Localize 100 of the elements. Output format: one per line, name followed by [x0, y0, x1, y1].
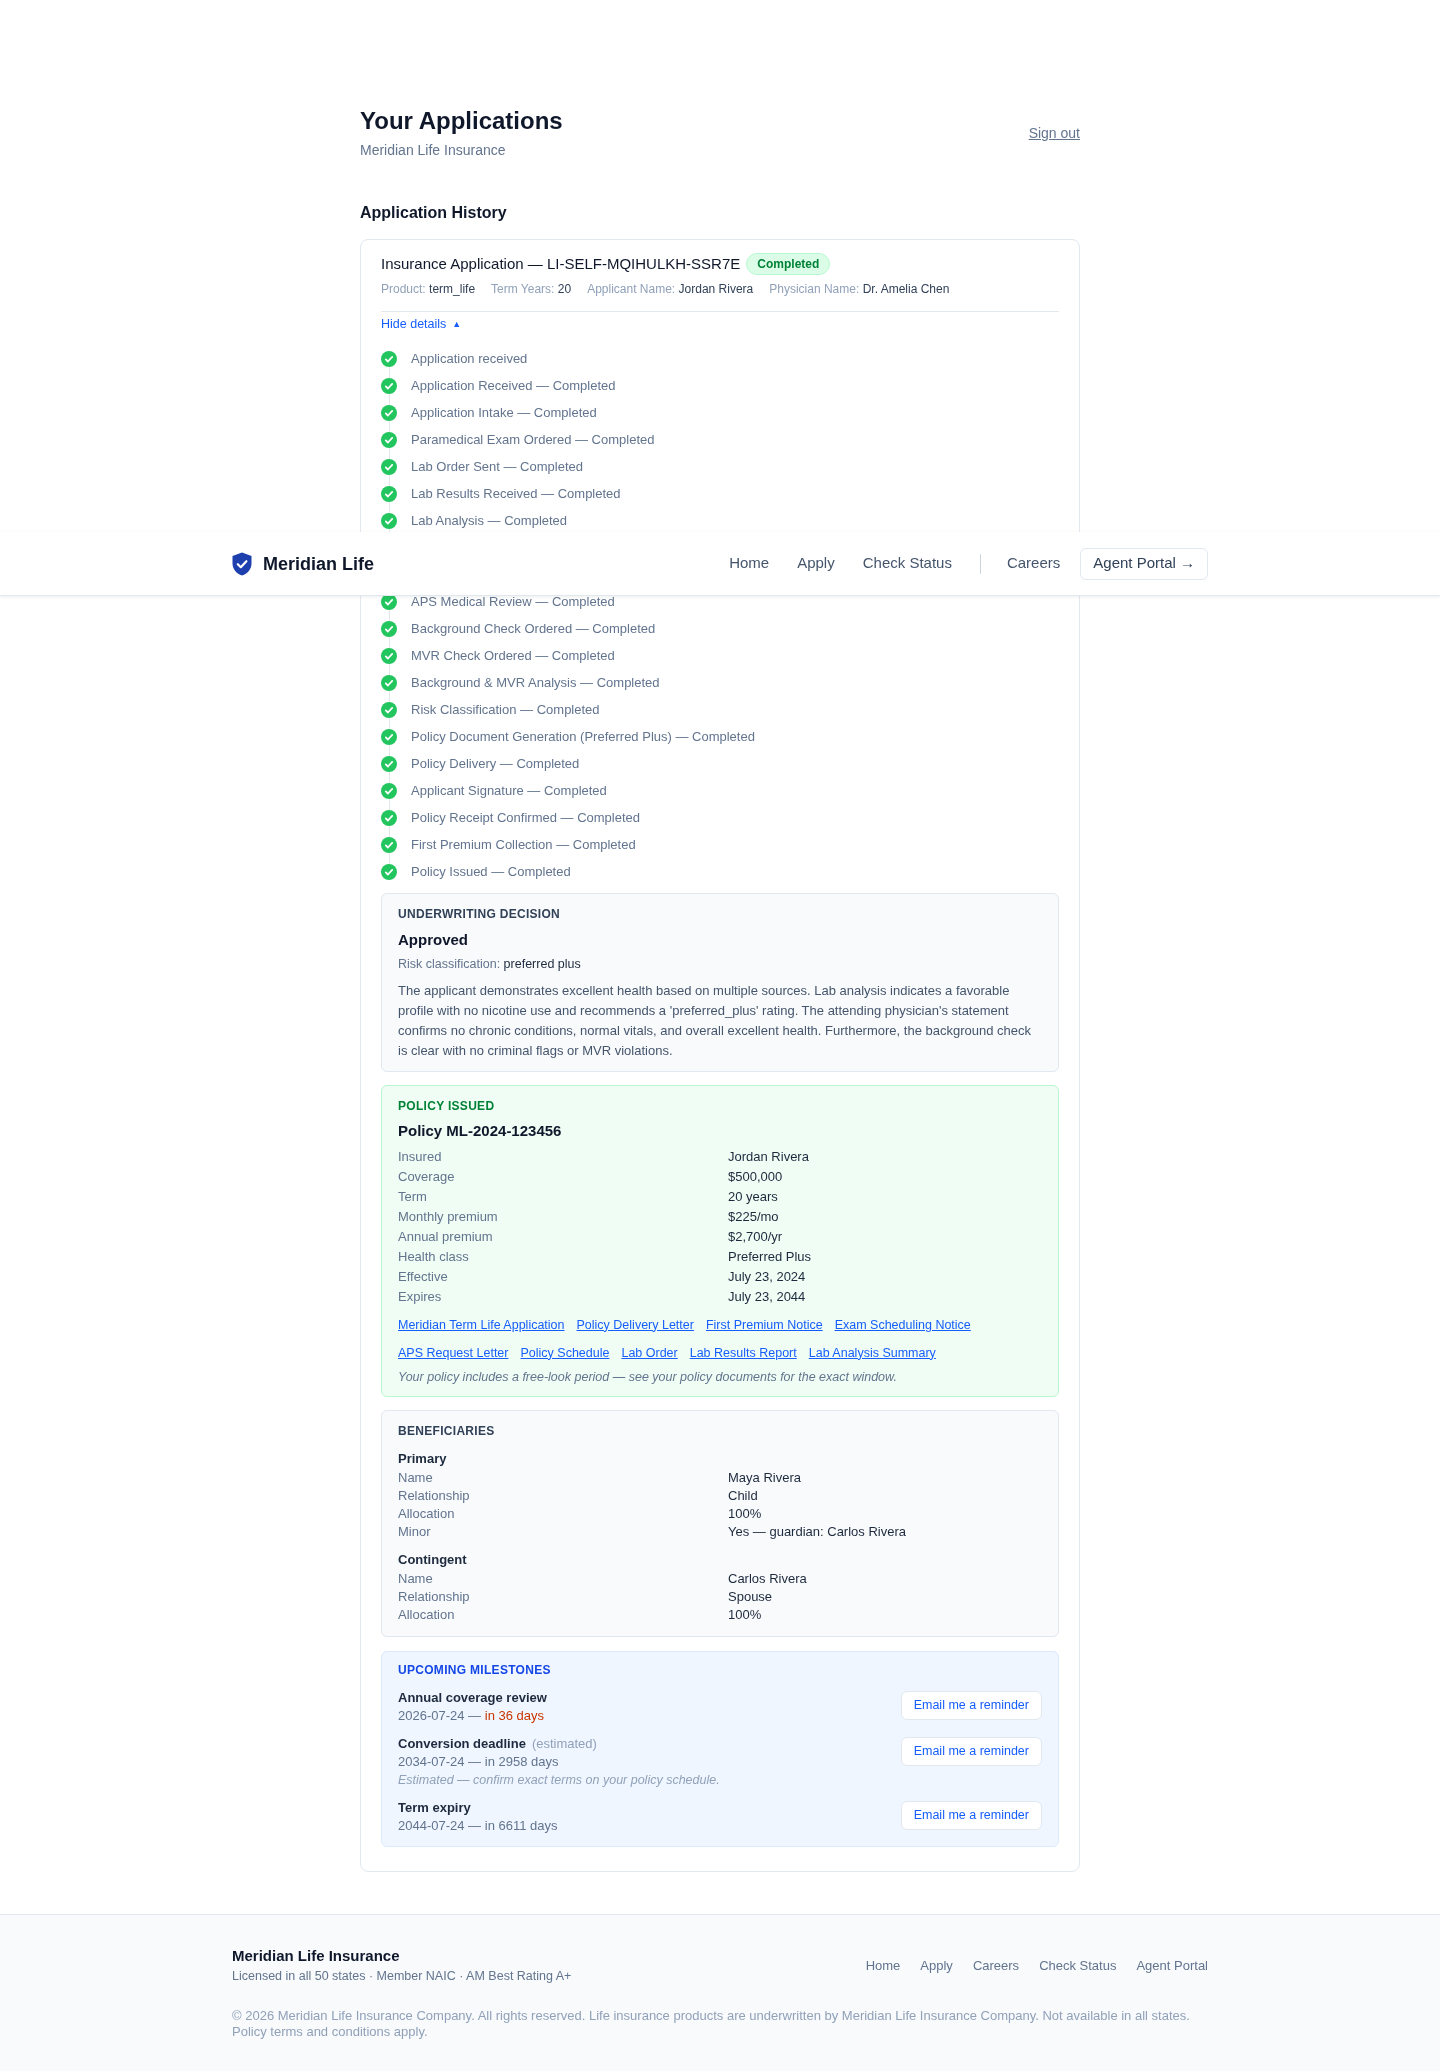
timeline-step: Policy Receipt Confirmed — Completed: [411, 808, 641, 828]
milestone-qualifier: (estimated): [531, 1735, 597, 1753]
field-value: Spouse: [728, 1588, 774, 1606]
milestone-date: 2026-07-24 — in 36 days: [398, 1707, 545, 1725]
field-label: Health class: [398, 1247, 470, 1266]
timeline-step: Lab Order Sent — Completed: [411, 457, 583, 477]
timeline-step: Background Check Ordered — Completed: [411, 619, 656, 639]
document-link[interactable]: First Premium Notice: [705, 1314, 823, 1335]
nav-link[interactable]: Apply: [797, 552, 835, 575]
application-meta: Applicant Name: Jordan Rivera: [587, 281, 754, 297]
milestone-title: Annual coverage review: [398, 1689, 547, 1707]
copyright-text: © 2026 Meridian Life Insurance Company. All rights reserved. Life insurance products are underwritten by Meridian Life Insurance Company. Not available in all states. Policy terms and conditions apply.: [232, 2008, 1191, 2040]
milestone-title: Conversion deadline: [398, 1735, 526, 1753]
brand-name: Meridian Life: [263, 552, 374, 576]
field-value: $2,700/yr: [728, 1227, 784, 1246]
field-value: Child: [728, 1487, 759, 1505]
field-label: Relationship: [398, 1487, 471, 1505]
agent-portal-button[interactable]: Agent Portal →: [1080, 547, 1208, 580]
document-link[interactable]: Exam Scheduling Notice: [834, 1314, 971, 1335]
document-link[interactable]: Lab Order: [621, 1342, 678, 1363]
nav-link[interactable]: Home: [729, 552, 770, 575]
footer-link[interactable]: Agent Portal: [1136, 1955, 1208, 1976]
timeline-step: Risk Classification — Completed: [411, 700, 600, 720]
nav-link[interactable]: Careers: [1006, 552, 1061, 575]
timeline-step: APS Medical Review — Completed: [411, 592, 615, 612]
field-value: Yes — guardian: Carlos Rivera: [728, 1523, 907, 1541]
footer-link[interactable]: Apply: [920, 1955, 953, 1976]
risk-classification: Risk classification: preferred plus: [398, 955, 582, 973]
timeline-step: Policy Delivery — Completed: [411, 754, 580, 774]
milestone-note: Estimated — confirm exact terms on your policy schedule.: [398, 1772, 720, 1789]
footer-link[interactable]: Home: [865, 1955, 901, 1976]
email-reminder-button[interactable]: Email me a reminder: [900, 1801, 1042, 1830]
page-title: Your Applications: [360, 106, 563, 136]
milestone-date: 2044-07-24 — in 6611 days: [398, 1817, 558, 1835]
timeline-step: First Premium Collection — Completed: [411, 835, 636, 855]
field-label: Relationship: [398, 1588, 471, 1606]
document-link[interactable]: Lab Analysis Summary: [808, 1342, 936, 1363]
timeline-step: Policy Issued — Completed: [411, 862, 571, 882]
field-label: Expires: [398, 1287, 443, 1306]
timeline-step: Application Intake — Completed: [411, 403, 597, 423]
timeline-step: Applicant Signature — Completed: [411, 781, 607, 801]
application-meta: Physician Name: Dr. Amelia Chen: [769, 281, 950, 297]
field-value: Maya Rivera: [728, 1469, 802, 1487]
field-value: 100%: [728, 1606, 763, 1624]
timeline-step: Application received: [411, 349, 528, 369]
shield-check-icon: [232, 551, 252, 576]
timeline-step: Lab Analysis — Completed: [411, 511, 568, 531]
panel-heading: UPCOMING MILESTONES: [398, 1662, 552, 1678]
field-label: Insured: [398, 1147, 443, 1166]
field-value: Jordan Rivera: [728, 1147, 810, 1166]
field-value: Carlos Rivera: [728, 1570, 808, 1588]
email-reminder-button[interactable]: Email me a reminder: [900, 1737, 1042, 1766]
decision-summary: The applicant demonstrates excellent health based on multiple sources. Lab analysis indicates a favorable profile with no nicotine use and recommends a 'preferred_plus' rating. The attending physician's statement confirms no chronic conditions, normal vitals, and overall excellent health. Furthermore, the background check is clear with no criminal flags or MVR violations.: [398, 981, 1032, 1060]
milestone-title: Term expiry: [398, 1799, 471, 1817]
milestone-date: 2034-07-24 — in 2958 days: [398, 1753, 560, 1771]
field-value: Preferred Plus: [728, 1247, 813, 1266]
field-label: Monthly premium: [398, 1207, 499, 1226]
panel-heading: BENEFICIARIES: [398, 1423, 496, 1439]
beneficiary-group-title: Contingent: [398, 1551, 468, 1569]
document-link[interactable]: Policy Delivery Letter: [576, 1314, 694, 1335]
decision-text: Approved: [398, 929, 469, 950]
email-reminder-button[interactable]: Email me a reminder: [900, 1691, 1042, 1720]
field-value: July 23, 2024: [728, 1267, 807, 1286]
beneficiary-group-title: Primary: [398, 1450, 448, 1468]
document-link[interactable]: APS Request Letter: [398, 1342, 509, 1363]
policy-number: Policy ML-2024-123456: [398, 1120, 563, 1141]
panel-heading: UNDERWRITING DECISION: [398, 905, 562, 922]
field-label: Name: [398, 1570, 434, 1588]
field-label: Coverage: [398, 1167, 456, 1186]
field-label: Term: [398, 1187, 428, 1206]
field-value: $225/mo: [728, 1207, 780, 1226]
field-label: Annual premium: [398, 1227, 494, 1246]
field-label: Name: [398, 1469, 434, 1487]
application-meta: Term Years: 20: [491, 281, 572, 297]
document-link[interactable]: Meridian Term Life Application: [398, 1314, 565, 1335]
page-subtitle: Meridian Life Insurance: [360, 141, 507, 160]
timeline-step: Background & MVR Analysis — Completed: [411, 673, 660, 693]
document-link[interactable]: Lab Results Report: [689, 1342, 797, 1363]
timeline-step: Application Received — Completed: [411, 376, 616, 396]
hide-details-toggle[interactable]: Hide details ▲: [381, 316, 462, 332]
timeline-step: Policy Document Generation (Preferred Plus) — Completed: [411, 727, 755, 747]
timeline-step: Paramedical Exam Ordered — Completed: [411, 430, 655, 450]
footer-link[interactable]: Check Status: [1039, 1955, 1117, 1976]
section-title: Application History: [360, 203, 508, 223]
application-meta: Product: term_life: [381, 281, 476, 297]
nav-link[interactable]: Check Status: [862, 552, 952, 575]
timeline-step: Lab Results Received — Completed: [411, 484, 621, 504]
field-label: Minor: [398, 1523, 432, 1541]
field-value: 20 years: [728, 1187, 779, 1206]
footer-tagline: Licensed in all 50 states · Member NAIC · AM Best Rating A+: [232, 1968, 572, 1985]
free-look-note: Your policy includes a free-look period — see your policy documents for the exact window.: [398, 1369, 898, 1386]
panel-heading: POLICY ISSUED: [398, 1097, 496, 1114]
field-label: Allocation: [398, 1505, 456, 1523]
footer-link[interactable]: Careers: [972, 1955, 1020, 1976]
footer-brand: Meridian Life Insurance: [232, 1946, 401, 1966]
sign-out-link[interactable]: Sign out: [1028, 122, 1080, 143]
field-label: Allocation: [398, 1606, 456, 1624]
status-badge: Completed: [746, 253, 831, 275]
document-link[interactable]: Policy Schedule: [520, 1342, 610, 1363]
field-label: Effective: [398, 1267, 449, 1286]
